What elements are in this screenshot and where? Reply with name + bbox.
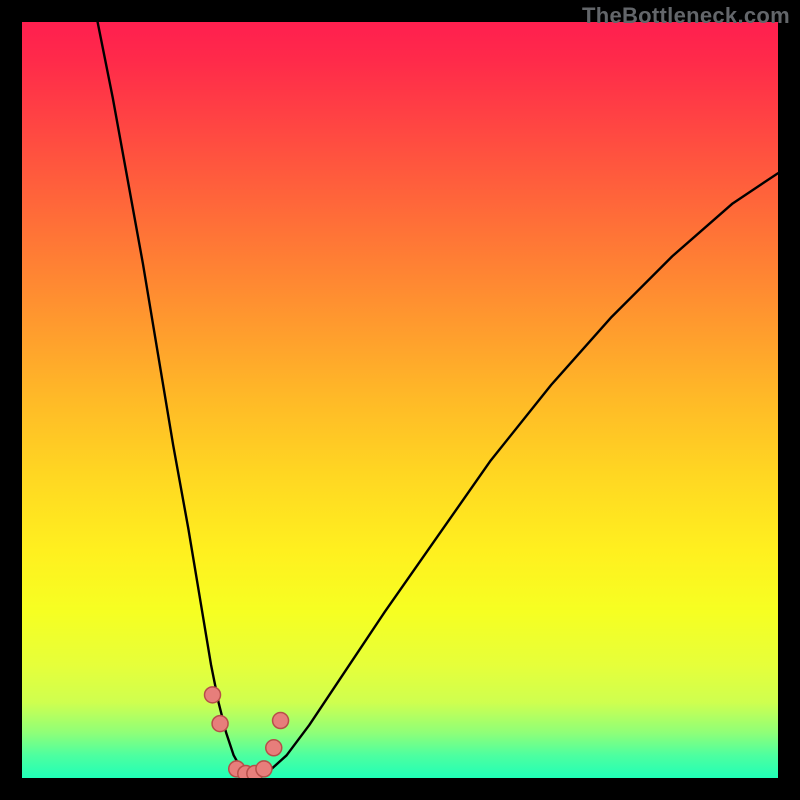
- bottleneck-curve: [98, 22, 778, 776]
- highlighted-point: [205, 687, 221, 703]
- chart-svg: [22, 22, 778, 778]
- highlighted-point: [256, 761, 272, 777]
- chart-plot-area: [22, 22, 778, 778]
- highlighted-point: [212, 716, 228, 732]
- highlighted-point: [266, 740, 282, 756]
- highlighted-point: [273, 713, 289, 729]
- watermark-text: TheBottleneck.com: [582, 3, 790, 29]
